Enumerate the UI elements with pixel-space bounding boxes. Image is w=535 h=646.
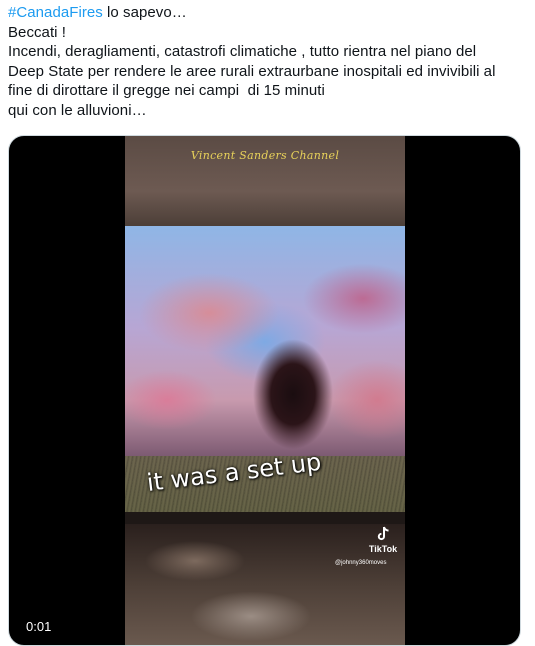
video-channel-title: Vincent Sanders Channel xyxy=(190,149,340,162)
tweet-line-2: Beccati ! xyxy=(8,23,66,41)
hashtag-link[interactable]: #CanadaFires xyxy=(8,4,103,21)
video-frame: Vincent Sanders Channel it was a set up … xyxy=(125,136,405,645)
tiktok-label: TikTok xyxy=(368,544,398,554)
tweet-line-5: fine di dirottare il gregge nei campi di… xyxy=(8,82,325,100)
tiktok-watermark: TikTok xyxy=(363,526,403,554)
tweet-line-6: qui con le alluvioni… xyxy=(8,101,147,119)
video-player[interactable]: Vincent Sanders Channel it was a set up … xyxy=(8,135,521,646)
video-duration: 0:01 xyxy=(22,618,56,635)
tiktok-icon xyxy=(377,526,389,541)
tweet-line-4: Deep State per rendere le aree rurali ex… xyxy=(8,62,496,80)
tweet-line-1: #CanadaFires lo sapevo… xyxy=(8,3,528,23)
tweet-text: #CanadaFires lo sapevo… Beccati ! Incend… xyxy=(8,3,528,121)
tweet-line-3: Incendi, deragliamenti, catastrofi clima… xyxy=(8,43,477,61)
tiktok-handle: @johnny360moves xyxy=(335,560,387,566)
tweet-line-1-rest: lo sapevo… xyxy=(102,4,187,21)
